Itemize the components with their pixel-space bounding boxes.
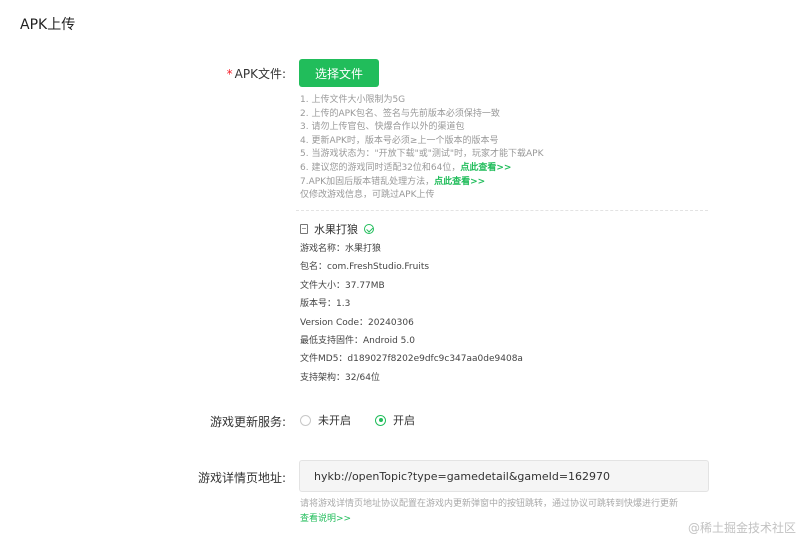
info-row: 包名：com.FreshStudio.Fruits — [300, 262, 430, 273]
info-row: 文件MD5：d189027f8202e9dfc9c347aa0de9408a — [300, 354, 523, 365]
tip-line: 5. 当游戏状态为："开放下载"或"测试"时，玩家才能下载APK — [300, 149, 544, 160]
apk-file-label: * APK文件: — [200, 65, 286, 82]
detail-url-help: 请将游戏详情页地址协议配置在游戏内更新弹窗中的按钮跳转，通过协议可跳转到快爆进行… — [300, 497, 678, 527]
info-row: 文件大小：37.77MB — [300, 280, 385, 291]
radio-circle-checked[interactable] — [375, 414, 386, 426]
check-circle-icon — [364, 224, 374, 234]
info-row: 最低支持固件：Android 5.0 — [300, 335, 415, 346]
radio-disabled[interactable]: 未开启 — [300, 412, 351, 428]
file-icon — [300, 224, 308, 234]
tip-line: 2. 上传的APK包名、签名与先前版本必须保持一致 — [300, 108, 500, 119]
apk-file-label-text: APK文件: — [234, 67, 286, 81]
update-service-radio-group: 未开启 开启 — [300, 412, 439, 428]
help-text: 请将游戏详情页地址协议配置在游戏内更新弹窗中的按钮跳转，通过协议可跳转到快爆进行… — [300, 499, 679, 509]
divider — [296, 210, 708, 211]
select-file-button[interactable]: 选择文件 — [299, 59, 379, 87]
info-row: 支持架构：32/64位 — [300, 372, 380, 383]
info-row: 版本号：1.3 — [300, 299, 351, 310]
required-mark: * — [226, 67, 233, 81]
upload-tips: 1. 上传文件大小限制为5G 2. 上传的APK包名、签名与先前版本必须保持一致… — [300, 94, 544, 203]
tip-line: 6. 建议您的游戏同时适配32位和64位，点此查看>> — [300, 162, 544, 176]
radio-label: 未开启 — [318, 414, 351, 427]
tip-line: 1. 上传文件大小限制为5G — [300, 95, 406, 105]
radio-enabled[interactable]: 开启 — [375, 412, 415, 428]
info-row: Version Code：20240306 — [300, 317, 414, 328]
app-info-list: 游戏名称：水果打狼 包名：com.FreshStudio.Fruits 文件大小… — [300, 240, 523, 387]
tip7-view-link[interactable]: 点此查看>> — [434, 177, 485, 187]
tip-text: 6. 建议您的游戏同时适配32位和64位， — [300, 162, 461, 173]
app-name: 水果打狼 — [314, 223, 358, 236]
app-info-header: 水果打狼 — [300, 221, 374, 237]
detail-url-input[interactable] — [299, 460, 709, 492]
info-row: 游戏名称：水果打狼 — [300, 244, 382, 254]
tip-line: 3. 请勿上传官包、快爆合作以外的渠道包 — [300, 122, 465, 133]
detail-url-label: 游戏详情页地址: — [197, 471, 286, 485]
tip-text: 7.APK加固后版本错乱处理方法， — [300, 176, 435, 187]
watermark: @稀土掘金技术社区 — [687, 521, 796, 535]
radio-label: 开启 — [393, 414, 415, 427]
view-instructions-link[interactable]: 查看说明>> — [300, 514, 351, 524]
tip-line: 仅修改游戏信息，可跳过APK上传 — [300, 190, 435, 201]
tip-line: 7.APK加固后版本错乱处理方法，点此查看>> — [300, 176, 544, 190]
tip-line: 4. 更新APK时，版本号必须≥上一个版本的版本号 — [300, 135, 499, 146]
update-service-label: 游戏更新服务: — [209, 415, 286, 429]
section-title: APK上传 — [20, 17, 76, 33]
tip6-view-link[interactable]: 点此查看>> — [460, 163, 511, 173]
radio-circle[interactable] — [300, 414, 311, 426]
